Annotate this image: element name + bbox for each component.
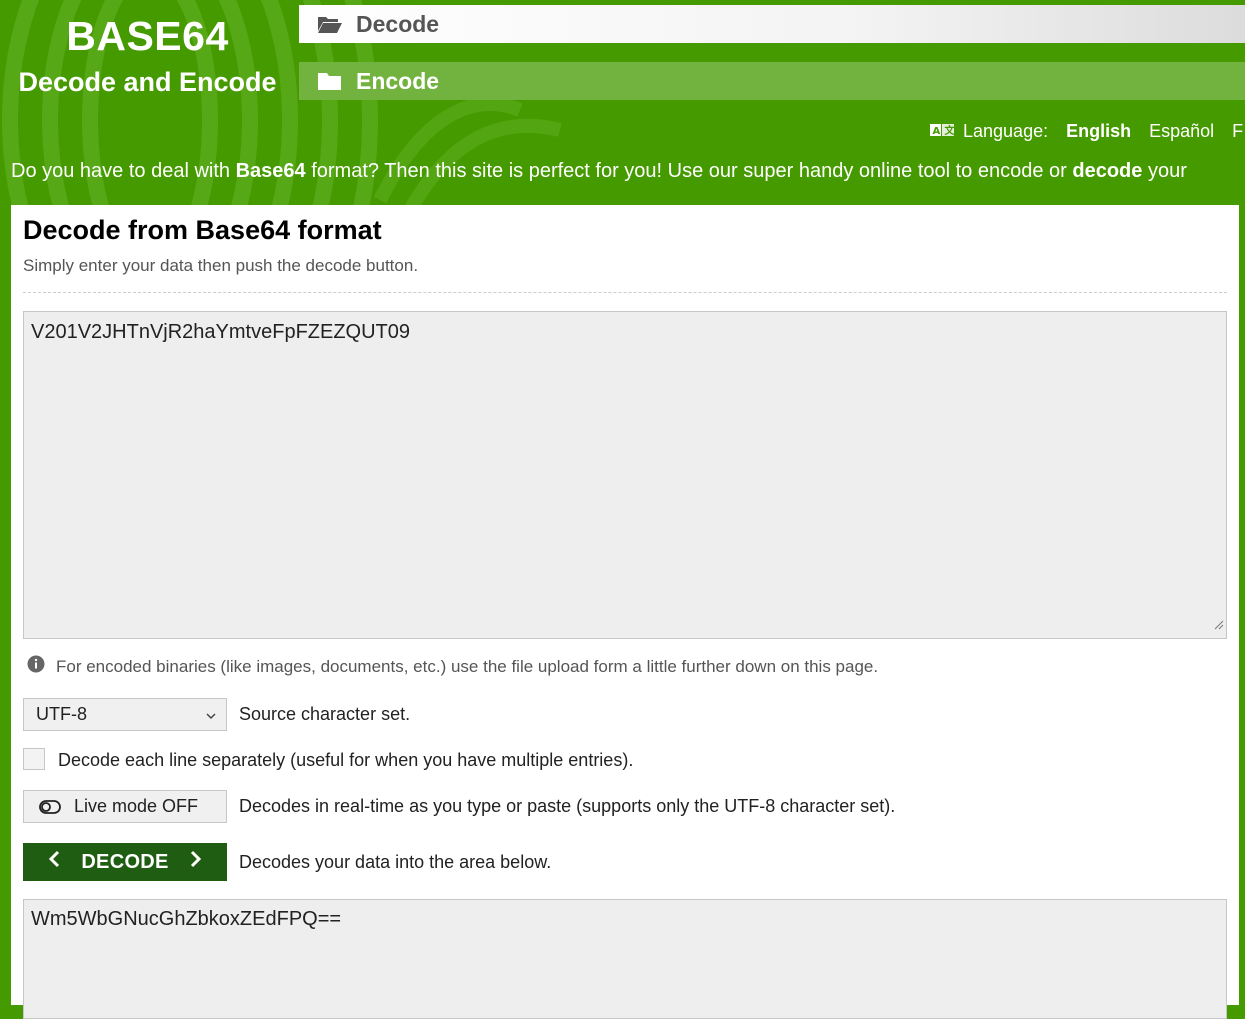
language-label: Language: — [963, 121, 1049, 141]
logo-title: BASE64 — [66, 13, 229, 59]
live-mode-description: Decodes in real-time as you type or past… — [239, 796, 896, 816]
nav-encode[interactable]: Encode — [299, 62, 1245, 100]
tagline-text-3: your — [1142, 160, 1187, 182]
input-value: V201V2JHTnVjR2haYmtveFpFZEZQUT09 — [31, 321, 411, 343]
svg-text:文: 文 — [945, 124, 955, 137]
folder-icon — [317, 71, 343, 91]
tagline-text-1: Do you have to deal with — [11, 160, 236, 182]
info-icon — [27, 655, 45, 678]
base64-input-textarea[interactable]: V201V2JHTnVjR2haYmtveFpFZEZQUT09 — [23, 311, 1227, 639]
decode-lines-checkbox[interactable] — [23, 748, 45, 770]
language-next[interactable]: F — [1232, 121, 1243, 142]
language-selector: A 文 Language: English Español F — [930, 121, 1245, 142]
chevron-right-icon — [190, 850, 202, 874]
info-text: For encoded binaries (like images, docum… — [56, 656, 879, 676]
charset-select[interactable]: UTF-8 — [23, 698, 227, 731]
folder-open-icon — [317, 14, 343, 34]
site-logo[interactable]: BASE64 Decode and Encode — [0, 10, 295, 100]
nav-encode-label: Encode — [356, 67, 440, 94]
decode-lines-label: Decode each line separately (useful for … — [58, 750, 634, 770]
nav-decode-label: Decode — [356, 10, 440, 37]
nav-decode[interactable]: Decode — [299, 5, 1245, 43]
translate-icon: A 文 — [930, 121, 956, 142]
tagline-text-2: format? Then this site is perfect for yo… — [305, 160, 1073, 182]
decode-button[interactable]: DECODE — [23, 843, 227, 881]
decode-panel: Decode from Base64 format Simply enter y… — [11, 205, 1239, 1019]
chevron-down-icon — [206, 704, 216, 725]
decode-description: Decodes your data into the area below. — [239, 852, 552, 872]
svg-text:A: A — [933, 126, 941, 137]
charset-label: Source character set. — [239, 704, 411, 724]
language-espanol[interactable]: Español — [1149, 121, 1214, 142]
binary-info-note: For encoded binaries (like images, docum… — [27, 655, 878, 678]
site-tagline: Do you have to deal with Base64 format? … — [11, 160, 1187, 183]
language-english[interactable]: English — [1066, 121, 1131, 142]
resize-handle-icon[interactable] — [1214, 613, 1224, 636]
live-mode-toggle[interactable]: Live mode OFF — [23, 790, 227, 823]
logo-subtitle: Decode and Encode — [18, 67, 277, 97]
decode-button-label: DECODE — [81, 850, 169, 873]
page-title: Decode from Base64 format — [23, 215, 382, 245]
page-subtitle: Simply enter your data then push the dec… — [23, 256, 419, 275]
divider — [23, 292, 1227, 293]
tagline-bold-base64: Base64 — [235, 160, 306, 182]
toggle-off-icon — [39, 799, 61, 814]
tagline-bold-decode: decode — [1072, 160, 1143, 182]
chevron-left-icon — [48, 850, 60, 874]
live-mode-label: Live mode OFF — [74, 796, 199, 816]
output-value: Wm5WbGNucGhZbkoxZEdFPQ== — [31, 908, 342, 930]
charset-value: UTF-8 — [36, 704, 87, 724]
decoded-output-textarea[interactable]: Wm5WbGNucGhZbkoxZEdFPQ== — [23, 899, 1227, 1019]
